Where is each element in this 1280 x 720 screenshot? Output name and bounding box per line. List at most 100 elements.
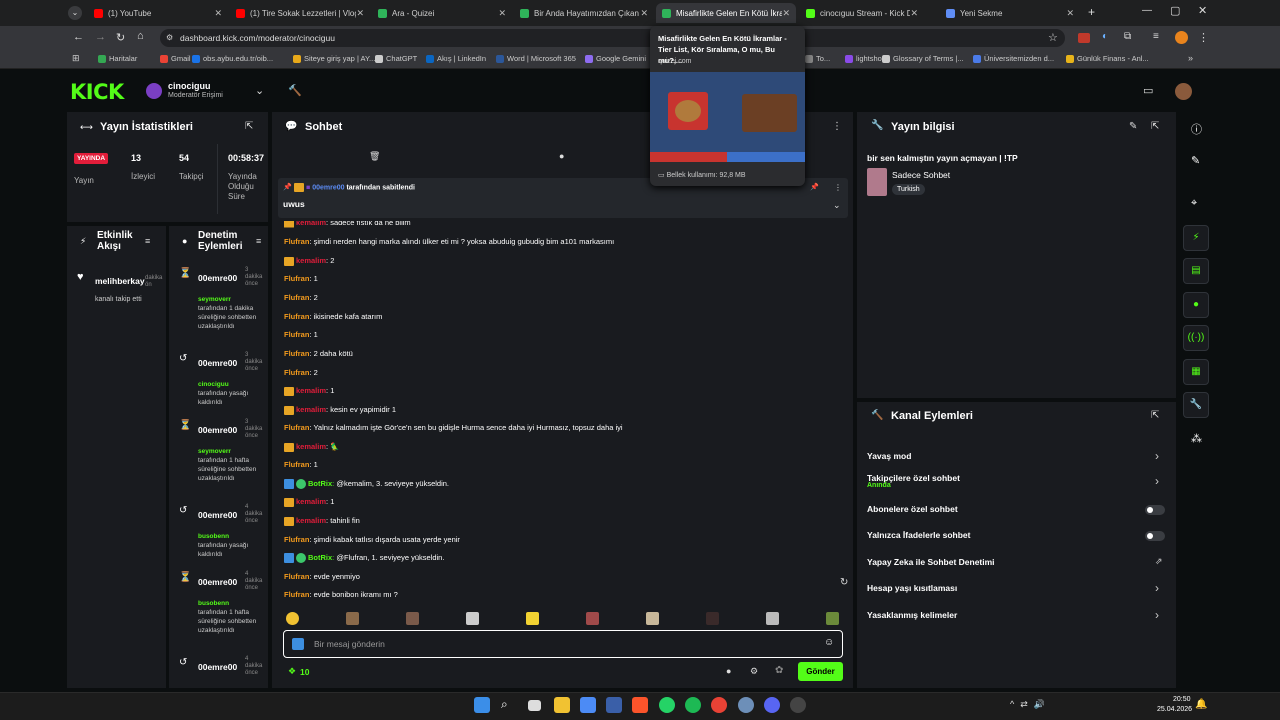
tab-close-icon[interactable]: ✕ (640, 8, 648, 19)
chat-username[interactable]: Flufran (284, 293, 309, 302)
bookmark-item[interactable]: Akış | LinkedIn (426, 54, 486, 63)
bookmark-item[interactable]: Haritalar (98, 54, 137, 63)
bookmark-item[interactable]: obs.aybu.edu.tr/oib... (192, 54, 273, 63)
apps-icon[interactable]: ⊞ (72, 53, 80, 64)
bookmark-item[interactable]: Günlük Finans - Anl... (1066, 54, 1149, 63)
tray-icons[interactable]: ^⇄🔊 (1010, 699, 1051, 710)
add-widget-icon[interactable]: ⁂ (1191, 432, 1202, 445)
modlog-user[interactable]: 00emre00 (198, 662, 237, 672)
unpin-icon[interactable]: 📌 (810, 183, 819, 191)
emoji-icon[interactable]: ☺ (824, 637, 834, 648)
extension-icon[interactable]: ◐ (1102, 31, 1108, 42)
channel-dropdown-chevron-icon[interactable]: ⌄ (255, 84, 264, 97)
chat-username[interactable]: BotRix (308, 479, 332, 488)
bookmark-item[interactable]: Word | Microsoft 365 (496, 54, 576, 63)
tab-search-button[interactable]: ⌄ (68, 6, 82, 20)
external-link-icon[interactable]: ⇗ (1155, 556, 1163, 567)
back-icon[interactable]: ← (73, 31, 84, 43)
chat-username[interactable]: Flufran (284, 460, 309, 469)
modlog-moderator[interactable]: cinociguu (198, 381, 229, 388)
chat-menu-icon[interactable]: ⋮ (832, 121, 842, 132)
bookmark-item[interactable]: ChatGPT (375, 54, 417, 63)
reload-icon[interactable]: ↻ (116, 31, 125, 44)
new-tab-button[interactable]: + (1088, 5, 1095, 19)
emote-icon[interactable] (586, 612, 599, 625)
emote-icon[interactable] (706, 612, 719, 625)
gear-icon[interactable]: ⚙ (750, 666, 758, 677)
bookmark-item[interactable]: lightshot (845, 54, 884, 63)
chat-username[interactable]: Flufran (284, 237, 309, 246)
tab-close-icon[interactable]: ✕ (782, 8, 790, 19)
expand-chevron-icon[interactable]: ⌄ (833, 200, 841, 211)
chat-sidebar-icon[interactable]: ● (1183, 292, 1209, 318)
spotify-icon[interactable] (685, 697, 701, 713)
chat-username[interactable]: Flufran (284, 349, 309, 358)
browser-tab[interactable]: cinocıguu Stream - Kick Dashb✕ (800, 3, 924, 23)
extension-icon[interactable] (1078, 33, 1090, 43)
emote-icon[interactable] (826, 612, 839, 625)
chevron-right-icon[interactable]: › (1155, 581, 1159, 595)
browser-tab[interactable]: (1) Tire Sokak Lezzetleri | Vlog ✕ (230, 3, 370, 23)
chat-username[interactable]: Flufran (284, 312, 309, 321)
browser-tab[interactable]: (1) YouTube ✕ (88, 3, 228, 23)
pinned-menu-icon[interactable]: ⋮ (834, 183, 842, 192)
site-info-icon[interactable]: ⚙ (166, 33, 173, 42)
discord-icon[interactable] (764, 697, 780, 713)
chrome-icon[interactable] (711, 697, 727, 713)
chat-username[interactable]: Flufran (284, 590, 309, 599)
lightning-sidebar-icon[interactable]: ⚡ (1183, 225, 1209, 251)
chat-username[interactable]: kemalim (296, 386, 326, 395)
channel-action-label[interactable]: Yasaklanmış kelimeler (867, 610, 957, 620)
filter-icon[interactable]: ≡ (256, 236, 261, 246)
bookmarks-overflow-icon[interactable]: » (1188, 53, 1193, 63)
channel-action-label[interactable]: Yavaş mod (867, 451, 911, 461)
tab-close-icon[interactable]: ✕ (498, 8, 506, 19)
chat-username[interactable]: Flufran (284, 535, 309, 544)
chat-username[interactable]: kemalim (296, 516, 326, 525)
bookmark-item[interactable]: To... (805, 54, 830, 63)
chat-username[interactable]: Flufran (284, 423, 309, 432)
emote-icon[interactable] (526, 612, 539, 625)
home-icon[interactable]: ⌂ (137, 30, 144, 42)
menu-icon[interactable]: ≡ (1153, 31, 1159, 42)
layout-icon[interactable]: ▭ (1143, 84, 1153, 97)
channel-action-label[interactable]: Hesap yaşı kısıtlaması (867, 583, 957, 593)
crosshair-icon[interactable]: ⌖ (1191, 197, 1197, 210)
tab-close-icon[interactable]: ✕ (356, 8, 364, 19)
modlog-moderator[interactable]: busobenn (198, 533, 229, 540)
edit-icon[interactable]: ✎ (1129, 121, 1137, 132)
close-window-button[interactable]: ✕ (1198, 4, 1207, 17)
emote-icon[interactable] (286, 612, 299, 625)
wrench-sidebar-icon[interactable]: 🔧 (1183, 392, 1209, 418)
channel-action-label[interactable]: Yapay Zeka ile Sohbet Denetimi (867, 557, 995, 567)
chat-bubble-icon[interactable]: ● (726, 666, 731, 676)
bookmark-item[interactable]: Gmail (160, 54, 191, 63)
tab-close-icon[interactable]: ✕ (214, 8, 222, 19)
modlog-user[interactable]: 00emre00 (198, 577, 237, 587)
chat-username[interactable]: kemalim (296, 497, 326, 506)
info-icon[interactable]: ⓘ (1191, 121, 1202, 137)
chevron-right-icon[interactable]: › (1155, 608, 1159, 622)
minimize-button[interactable]: — (1142, 5, 1152, 16)
bookmark-item[interactable]: Siteye giriş yap | AY... (293, 54, 375, 63)
steam-icon[interactable] (738, 697, 754, 713)
whatsapp-icon[interactable] (659, 697, 675, 713)
chevron-right-icon[interactable]: › (1155, 449, 1159, 463)
trash-icon[interactable]: 🗑 (369, 151, 380, 162)
emote-icon[interactable] (406, 612, 419, 625)
chat-username[interactable]: kemalim (296, 405, 326, 414)
modlog-moderator[interactable]: seymoverr (198, 448, 231, 455)
user-avatar[interactable] (1175, 83, 1192, 100)
modlog-moderator[interactable]: busobenn (198, 600, 229, 607)
bookmark-item[interactable]: Üniversitemizden d... (973, 54, 1054, 63)
chat-username[interactable]: BotRix (308, 553, 332, 562)
chat-input-box[interactable]: Bir mesaj gönderin ☺ (283, 630, 843, 658)
chat-username[interactable]: Flufran (284, 274, 309, 283)
emote-icon[interactable] (646, 612, 659, 625)
document-sidebar-icon[interactable]: ▤ (1183, 258, 1209, 284)
modlog-user[interactable]: 00emre00 (198, 510, 237, 520)
broadcast-sidebar-icon[interactable]: ((·)) (1183, 325, 1209, 351)
channel-action-label[interactable]: Yalnızca İfadelerle sohbet (867, 530, 970, 540)
modlog-user[interactable]: 00emre00 (198, 273, 237, 283)
browser-tab[interactable]: Misafirlikte Gelen En Kötü İkram ✕ (656, 3, 796, 23)
